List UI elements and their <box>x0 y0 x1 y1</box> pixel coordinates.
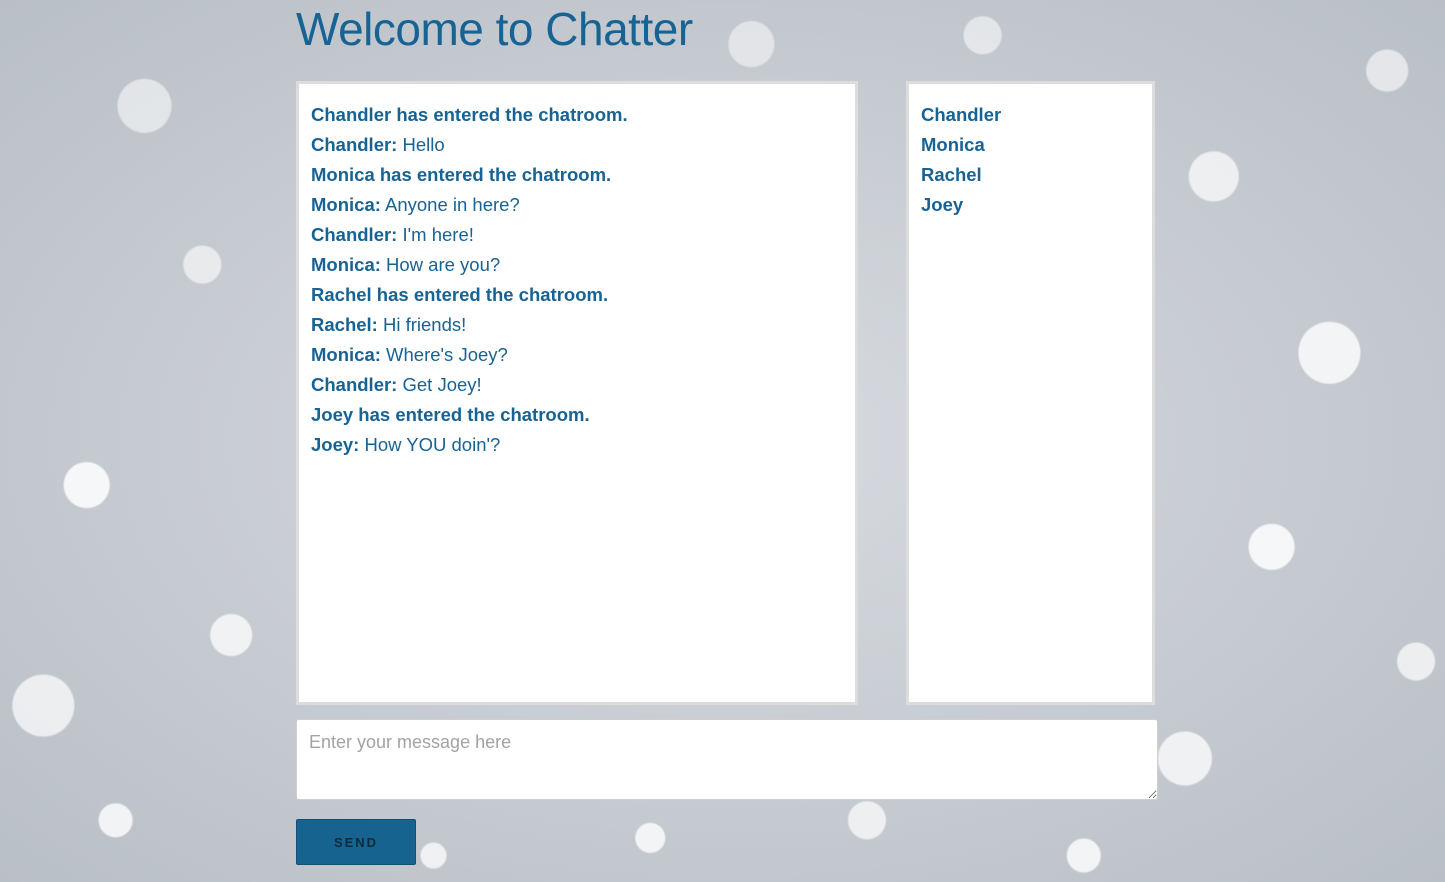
message-sender: Rachel: <box>311 314 378 335</box>
chat-message: Monica: Where's Joey? <box>311 340 843 370</box>
chat-log[interactable]: Chandler has entered the chatroom. Chand… <box>296 81 858 705</box>
user-list-item: Chandler <box>921 104 1002 125</box>
message-sender: Chandler: <box>311 374 398 395</box>
send-button[interactable]: SEND <box>296 819 416 865</box>
chat-message: Chandler: Get Joey! <box>311 370 843 400</box>
message-text: Anyone in here? <box>380 194 520 215</box>
message-text: I'm here! <box>397 224 474 245</box>
user-list[interactable]: Chandler Monica Rachel Joey <box>906 81 1155 705</box>
message-text: How YOU doin'? <box>359 434 501 455</box>
chat-message: Chandler: Hello <box>311 130 843 160</box>
chat-message: Joey: How YOU doin'? <box>311 430 843 460</box>
message-text: Get Joey! <box>397 374 482 395</box>
message-sender: Monica: <box>311 194 381 215</box>
message-text: Hi friends! <box>377 314 467 335</box>
message-input[interactable] <box>296 719 1158 800</box>
user-list-item: Joey <box>921 194 964 215</box>
message-sender: Joey: <box>311 434 360 455</box>
chat-message: Monica: How are you? <box>311 250 843 280</box>
message-text: How are you? <box>380 254 501 275</box>
user-list-item: Monica <box>921 134 985 155</box>
message-text: Hello <box>397 134 445 155</box>
chat-system-message: Monica has entered the chatroom. <box>311 160 843 190</box>
chat-message: Monica: Anyone in here? <box>311 190 843 220</box>
chat-message: Chandler: I'm here! <box>311 220 843 250</box>
message-sender: Chandler: <box>311 134 398 155</box>
page-title: Welcome to Chatter <box>296 3 693 55</box>
chat-message: Rachel: Hi friends! <box>311 310 843 340</box>
message-sender: Monica: <box>311 344 381 365</box>
message-sender: Monica: <box>311 254 381 275</box>
chat-system-message: Rachel has entered the chatroom. <box>311 280 843 310</box>
system-text: Chandler has entered the chatroom. <box>311 104 628 125</box>
message-text: Where's Joey? <box>380 344 508 365</box>
user-list-item: Rachel <box>921 164 982 185</box>
system-text: Rachel has entered the chatroom. <box>311 284 609 305</box>
message-sender: Chandler: <box>311 224 398 245</box>
chat-system-message: Chandler has entered the chatroom. <box>311 100 843 130</box>
system-text: Joey has entered the chatroom. <box>311 404 590 425</box>
chat-system-message: Joey has entered the chatroom. <box>311 400 843 430</box>
system-text: Monica has entered the chatroom. <box>311 164 612 185</box>
